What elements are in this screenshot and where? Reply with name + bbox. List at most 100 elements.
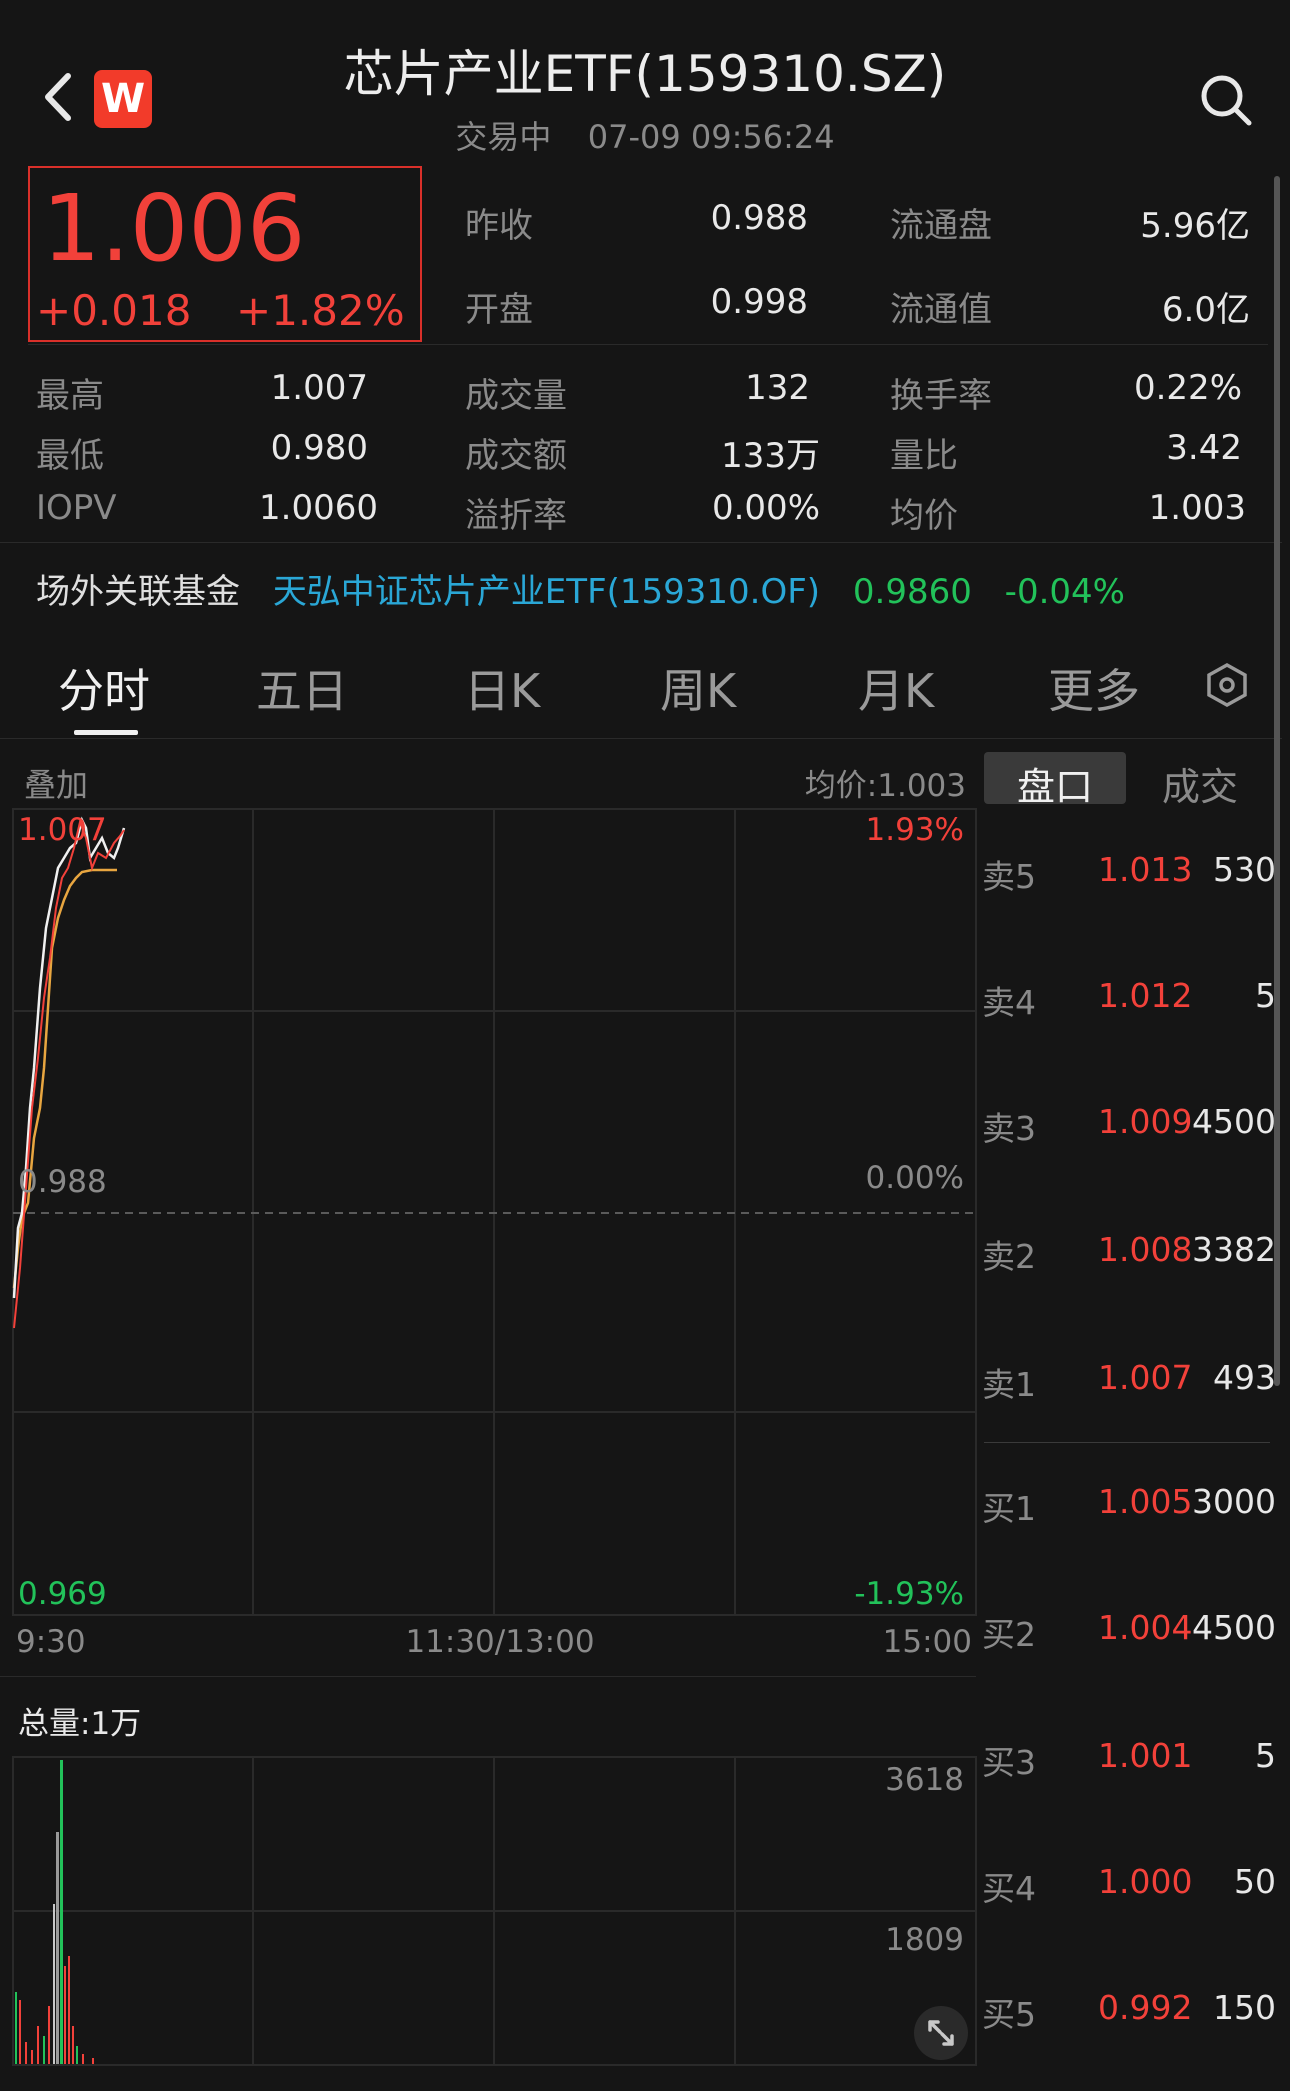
scrollbar-thumb[interactable] xyxy=(1274,176,1280,1386)
volume-bar xyxy=(92,2058,94,2064)
search-icon xyxy=(1201,75,1252,126)
stat-label: 成交量 xyxy=(465,376,567,416)
stat-label: 最低 xyxy=(36,436,104,476)
volume-bar xyxy=(72,2026,74,2064)
stat-label: 量比 xyxy=(890,436,958,476)
volume-bar xyxy=(43,2036,45,2064)
volume-bar xyxy=(68,1956,70,2064)
volume-bar xyxy=(82,2054,84,2064)
bid-label: 买1 xyxy=(982,1489,1036,1528)
tab-five-day[interactable]: 五日 xyxy=(256,655,348,721)
ask-label: 卖3 xyxy=(982,1109,1036,1148)
stat-label: 昨收 xyxy=(465,206,533,246)
related-fund-row[interactable]: 场外关联基金 天弘中证芯片产业ETF(159310.OF) 0.9860 -0.… xyxy=(36,564,1125,613)
tab-orderbook[interactable]: 盘口 xyxy=(984,756,1126,811)
volume-bar xyxy=(48,2006,50,2064)
related-fund-name[interactable]: 天弘中证芯片产业ETF(159310.OF) xyxy=(273,572,820,612)
total-volume-label: 总量:1万 xyxy=(18,1706,142,1742)
stat-value: 1.0060 xyxy=(259,488,378,528)
trading-status: 交易中 07-09 09:56:24 xyxy=(0,112,1290,158)
volume-y-high-label: 3618 xyxy=(885,1762,964,1798)
current-price: 1.006 xyxy=(42,175,306,282)
bid-price: 1.004 xyxy=(1098,1608,1193,1647)
stat-label: IOPV xyxy=(36,488,117,528)
stat-label: 换手率 xyxy=(890,376,992,416)
y-axis-mid-label: 0.988 xyxy=(18,1164,107,1200)
stat-value: 1.003 xyxy=(1148,488,1246,528)
pct-low-label: -1.93% xyxy=(854,1576,964,1612)
volume-chart[interactable]: 3618 1809 xyxy=(12,1756,978,2068)
volume-y-mid-label: 1809 xyxy=(885,1922,964,1958)
stat-value: 0.998 xyxy=(710,282,808,322)
expand-chart-button[interactable] xyxy=(914,2006,968,2060)
ask-volume: 4500 xyxy=(1192,1102,1276,1141)
bid-price: 1.000 xyxy=(1098,1862,1193,1901)
bid-label: 买5 xyxy=(982,1995,1036,2034)
pct-high-label: 1.93% xyxy=(866,812,964,848)
stat-label: 开盘 xyxy=(465,290,533,330)
volume-bar xyxy=(37,2026,39,2064)
y-axis-high-label: 1.007 xyxy=(18,812,107,848)
avg-price-line xyxy=(12,868,117,1289)
ask-label: 卖4 xyxy=(982,983,1036,1022)
tab-weekly-k[interactable]: 周K xyxy=(660,655,736,721)
avg-price-readout: 均价:1.003 xyxy=(804,768,966,804)
volume-bar xyxy=(60,1760,63,2064)
search-button[interactable] xyxy=(1198,72,1254,128)
stat-label: 溢折率 xyxy=(465,496,567,536)
ask-row: 卖2 1.008 3382 xyxy=(980,1230,1280,1290)
bid-volume: 150 xyxy=(1213,1988,1276,2027)
ask-row: 卖1 1.007 493 xyxy=(980,1358,1280,1418)
tab-daily-k[interactable]: 日K xyxy=(464,655,540,721)
settings-hexagon-icon xyxy=(1207,662,1247,708)
status-text: 交易中 xyxy=(455,118,552,156)
orderbook-divider xyxy=(984,1442,1270,1443)
divider xyxy=(0,738,1282,739)
pct-mid-label: 0.00% xyxy=(866,1160,964,1196)
stat-label: 最高 xyxy=(36,376,104,416)
bid-volume: 3000 xyxy=(1192,1482,1276,1521)
stat-label: 成交额 xyxy=(465,436,567,476)
ask-price: 1.008 xyxy=(1098,1230,1193,1269)
tab-trades[interactable]: 成交 xyxy=(1130,756,1270,811)
bid-label: 买2 xyxy=(982,1615,1036,1654)
tab-intraday[interactable]: 分时 xyxy=(58,655,150,721)
volume-bar xyxy=(56,1832,59,2064)
x-axis-start-label: 9:30 xyxy=(16,1624,86,1660)
bid-price: 1.005 xyxy=(1098,1482,1193,1521)
price-change-pct: +1.82% xyxy=(236,286,405,335)
active-tab-indicator xyxy=(74,730,138,735)
page-title: 芯片产业ETF(159310.SZ) xyxy=(343,45,947,103)
bid-row: 买1 1.005 3000 xyxy=(980,1482,1280,1542)
x-axis-mid-label: 11:30/13:00 xyxy=(405,1624,595,1660)
ask-label: 卖1 xyxy=(982,1365,1036,1404)
ask-price: 1.012 xyxy=(1098,976,1193,1015)
tab-monthly-k[interactable]: 月K xyxy=(858,655,934,721)
overlay-button[interactable]: 叠加 xyxy=(24,760,88,806)
bid-row: 买3 1.001 5 xyxy=(980,1736,1280,1796)
datetime-text: 07-09 09:56:24 xyxy=(587,118,835,156)
stat-value: 3.42 xyxy=(1166,428,1242,468)
stat-value: 5.96亿 xyxy=(1140,206,1250,246)
price-chart[interactable]: 1.007 0.988 0.969 1.93% 0.00% -1.93% xyxy=(12,808,978,1620)
ask-price: 1.013 xyxy=(1098,850,1193,889)
ask-row: 卖3 1.009 4500 xyxy=(980,1102,1280,1162)
price-line-highlight xyxy=(13,818,125,1329)
related-fund-price: 0.9860 xyxy=(852,572,972,612)
divider xyxy=(0,1676,976,1677)
bid-volume: 4500 xyxy=(1192,1608,1276,1647)
divider xyxy=(0,542,1282,543)
bid-volume: 5 xyxy=(1255,1736,1276,1775)
chart-settings-button[interactable] xyxy=(1204,662,1250,708)
volume-bar xyxy=(64,1966,66,2064)
volume-bar xyxy=(15,1992,17,2064)
ask-volume: 5 xyxy=(1255,976,1276,1015)
volume-bar xyxy=(19,2000,21,2064)
bid-label: 买4 xyxy=(982,1869,1036,1908)
related-fund-change: -0.04% xyxy=(1004,572,1125,612)
expand-icon xyxy=(928,2020,954,2046)
price-line xyxy=(12,816,126,1299)
stat-value: 133万 xyxy=(721,436,820,476)
tab-more[interactable]: 更多 xyxy=(1048,655,1140,721)
stat-label: 流通盘 xyxy=(890,206,992,246)
